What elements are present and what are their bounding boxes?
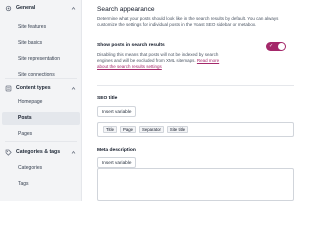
sidebar-item-site-basics[interactable]: Site basics <box>2 37 80 50</box>
sidebar-item-pages[interactable]: Pages <box>2 128 80 141</box>
chevron-up-icon <box>71 6 76 11</box>
nav-section-general: General Site features Site basics Site r… <box>0 0 82 82</box>
nav-section-header-categories-tags[interactable]: Categories & tags <box>0 146 82 158</box>
meta-description-insert-variable-button[interactable]: Insert variable <box>97 157 137 168</box>
content-types-icon <box>5 85 12 92</box>
sidebar-item-site-representation[interactable]: Site representation <box>2 53 80 66</box>
variable-tag[interactable]: Separator <box>139 126 164 133</box>
nav-section-header-general[interactable]: General <box>0 2 82 14</box>
variable-tag[interactable]: Site title <box>166 126 189 133</box>
sidebar-item-homepage[interactable]: Homepage <box>2 96 80 109</box>
meta-description-input[interactable] <box>97 168 294 201</box>
settings-icon <box>5 5 12 12</box>
nav-section-content-types: Content types Homepage Posts Pages <box>0 82 82 141</box>
page-description: Determine what your posts should look li… <box>97 16 279 27</box>
check-icon: ✓ <box>269 43 274 49</box>
variable-tag[interactable]: Page <box>119 126 137 133</box>
chevron-up-icon <box>71 150 76 155</box>
sidebar-divider <box>5 78 77 79</box>
section-divider <box>97 85 294 86</box>
seo-title-input[interactable]: Title Page Separator Site title <box>97 122 294 137</box>
nav-section-label: General <box>16 5 36 11</box>
sidebar-item-site-connections[interactable]: Site connections <box>2 69 80 82</box>
show-posts-toggle[interactable]: ✓ <box>266 42 286 51</box>
seo-title-label: SEO title <box>97 96 118 101</box>
sidebar-item-tags[interactable]: Tags <box>2 178 80 191</box>
meta-description-label: Meta description <box>97 148 136 153</box>
toggle-knob <box>278 43 285 50</box>
toggle-label: Show posts in search results <box>97 43 165 48</box>
chevron-up-icon <box>71 86 76 91</box>
tag-icon <box>5 149 12 156</box>
sidebar-divider <box>5 141 77 142</box>
nav-section-label: Content types <box>16 85 51 91</box>
variable-tag[interactable]: Title <box>103 126 117 133</box>
main-content: Search appearance Determine what your po… <box>89 0 294 201</box>
sidebar-item-categories[interactable]: Categories <box>2 162 80 175</box>
sidebar-item-site-features[interactable]: Site features <box>2 21 80 34</box>
sidebar: General Site features Site basics Site r… <box>0 0 82 201</box>
toggle-help: Disabling this means that posts will not… <box>97 52 227 69</box>
nav-section-label: Categories & tags <box>16 149 61 155</box>
page-title: Search appearance <box>97 6 155 13</box>
nav-section-categories-tags: Categories & tags Categories Tags <box>0 146 82 191</box>
sidebar-item-posts[interactable]: Posts <box>2 112 80 125</box>
nav-section-header-content-types[interactable]: Content types <box>0 82 82 94</box>
seo-title-insert-variable-button[interactable]: Insert variable <box>97 106 137 117</box>
